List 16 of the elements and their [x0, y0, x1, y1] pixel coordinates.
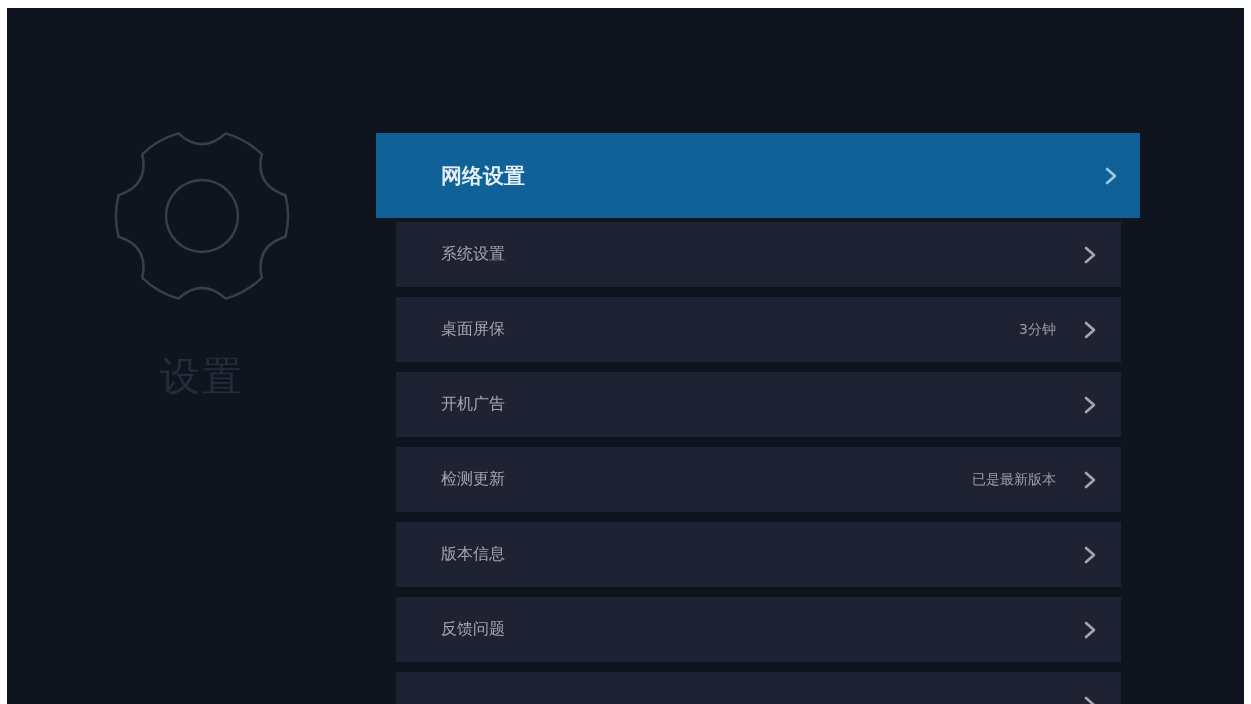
- chevron-right-icon: [1084, 620, 1096, 639]
- menu-item[interactable]: 版本信息: [396, 522, 1121, 587]
- menu-item[interactable]: 桌面屏保 3分钟: [396, 297, 1121, 362]
- menu-item[interactable]: 网络设置: [376, 133, 1140, 218]
- menu-item[interactable]: 开机广告: [396, 372, 1121, 437]
- menu-item[interactable]: 检测更新 已是最新版本: [396, 447, 1121, 512]
- chevron-right-icon: [1084, 245, 1096, 264]
- chevron-right-icon: [1105, 166, 1117, 185]
- value-text: 3分钟: [1019, 320, 1056, 339]
- chevron-right-icon: [1084, 395, 1096, 414]
- menu-item[interactable]: 反馈问题: [396, 597, 1121, 662]
- value-text: 已是最新版本: [972, 470, 1056, 489]
- chevron-right-icon: [1084, 320, 1096, 339]
- chevron-right-icon: [1084, 470, 1096, 489]
- chevron-right-icon: [1084, 545, 1096, 564]
- menu-item[interactable]: 系统设置: [396, 222, 1121, 287]
